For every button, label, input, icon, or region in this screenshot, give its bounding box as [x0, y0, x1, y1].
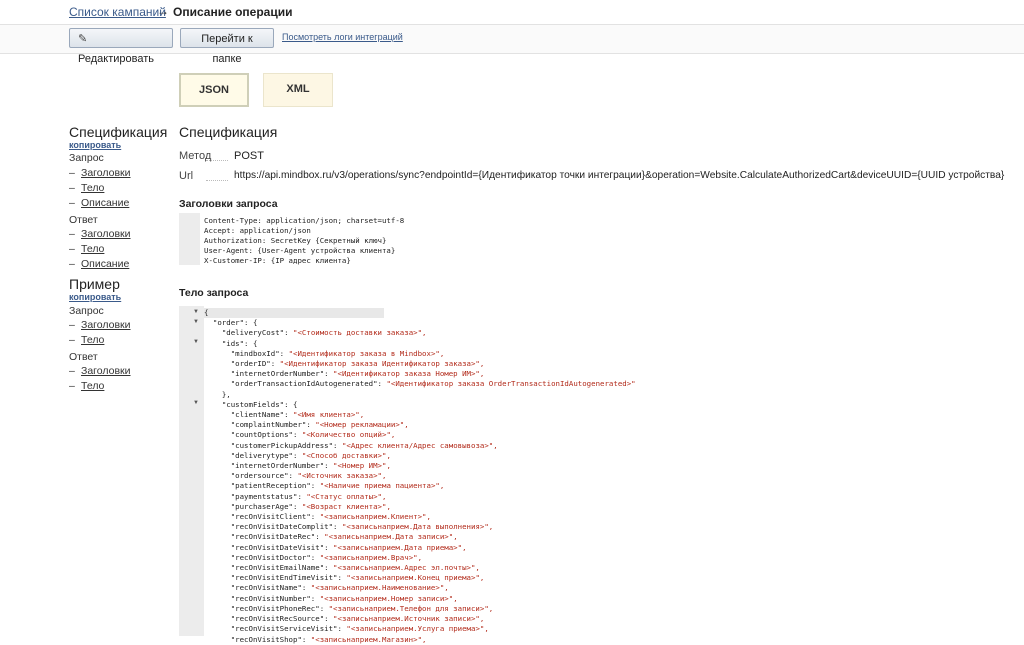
request-body-lines: { "order": { "deliveryCost": "<Стоимость…: [204, 308, 636, 645]
code-line: "mindboxId": "<Идентификатор заказа в Mi…: [230, 348, 445, 358]
code-line: "recOnVisitShop": "<записьнаприем.Магази…: [230, 634, 427, 644]
code-line: "recOnVisitNumber": "<записьнаприем.Номе…: [230, 593, 458, 603]
nav-example-response-label: Ответ: [69, 351, 98, 363]
code-line: "complaintNumber": "<Номер рекламации>",: [230, 420, 409, 430]
code-line: "ordersource": "<Источник заказа>",: [230, 471, 387, 481]
nav-example-response-body[interactable]: – Тело: [69, 380, 104, 392]
code-line: },: [221, 389, 231, 399]
request-headers-code[interactable]: Content-Type: application/json; charset=…: [179, 213, 404, 265]
nav-example-copy-link[interactable]: копировать: [69, 292, 121, 302]
code-line: "recOnVisitRecSource": "<записьнаприем.И…: [230, 614, 485, 624]
code-line: {: [204, 308, 384, 319]
nav-spec-response-description[interactable]: – Описание: [69, 258, 129, 270]
nav-spec-request-label: Запрос: [69, 152, 104, 164]
code-line: "order": {: [212, 318, 258, 328]
code-line: "countOptions": "<Количество опций>",: [230, 430, 396, 440]
nav-spec-response-body[interactable]: – Тело: [69, 243, 104, 255]
nav-spec-request-headers[interactable]: – Заголовки: [69, 167, 131, 179]
header-line: Content-Type: application/json; charset=…: [204, 216, 405, 225]
request-body-title: Тело запроса: [179, 287, 249, 299]
code-line: "clientName": "<Имя клиента>",: [230, 410, 365, 420]
nav-example-heading[interactable]: Пример: [69, 276, 120, 292]
code-line: "purchaserAge": "<Возраст клиента>",: [230, 501, 391, 511]
url-dots: [206, 180, 228, 181]
code-line: "recOnVisitDateRec": "<записьнаприем.Дат…: [230, 532, 458, 542]
method-value: POST: [234, 150, 264, 162]
request-headers-lines: Content-Type: application/json; charset=…: [204, 216, 404, 266]
nav-example-response-headers[interactable]: – Заголовки: [69, 365, 131, 377]
code-line: "internetOrderNumber": "<Номер ИМ>",: [230, 461, 391, 471]
code-line: "recOnVisitClient": "<записьнаприем.Клие…: [230, 512, 431, 522]
url-label: Url: [179, 170, 194, 182]
header-line: User-Agent: {User-Agent устройства клиен…: [204, 246, 396, 255]
code-line: "customerPickupAddress": "<Адрес клиента…: [230, 440, 498, 450]
code-line: "recOnVisitName": "<записьнаприем.Наимен…: [230, 583, 449, 593]
code-line: "recOnVisitDateComplit": "<записьнаприем…: [230, 522, 494, 532]
nav-spec-request-body[interactable]: – Тело: [69, 182, 104, 194]
header-line: Accept: application/json: [204, 226, 311, 235]
fold-toggle-icon[interactable]: ▼: [193, 319, 199, 325]
method-dots: [206, 160, 228, 161]
fold-toggle-icon[interactable]: ▼: [193, 400, 199, 406]
go-to-folder-button[interactable]: Перейти к папке: [180, 28, 274, 65]
breadcrumb: Список кампаний → Описание операции: [0, 0, 1024, 24]
code-line: "paymentstatus": "<Статус оплаты>",: [230, 491, 387, 501]
header-line: Authorization: SecretKey {Секретный ключ…: [204, 236, 387, 245]
code-line: "patientReception": "<Наличие приема пац…: [230, 481, 445, 491]
nav-spec-request-description[interactable]: – Описание: [69, 197, 129, 209]
nav-example-request-label: Запрос: [69, 305, 104, 317]
fold-toggle-icon[interactable]: ▼: [193, 339, 199, 345]
code-line: "orderTransactionIdAutogenerated": "<Иде…: [230, 379, 636, 389]
code-line: "ids": {: [221, 338, 258, 348]
code-gutter: [179, 306, 204, 636]
request-body-code[interactable]: ▼ ▼ ▼ ▼ { "order": { "deliveryCost": "<С…: [179, 306, 719, 644]
pencil-icon: ✎: [78, 33, 88, 45]
page-title: Описание операции: [173, 5, 293, 19]
breadcrumb-campaigns-link[interactable]: Список кампаний: [69, 5, 166, 19]
nav-spec-response-label: Ответ: [69, 214, 98, 226]
nav-spec-copy-link[interactable]: копировать: [69, 140, 121, 150]
code-line: "deliveryCost": "<Стоимость доставки зак…: [221, 328, 427, 338]
tab-json[interactable]: JSON: [179, 73, 249, 107]
request-headers-title: Заголовки запроса: [179, 198, 278, 210]
code-line: "recOnVisitEmailName": "<записьнаприем.А…: [230, 563, 480, 573]
url-value: https://api.mindbox.ru/v3/operations/syn…: [234, 170, 1005, 181]
nav-spec-response-headers[interactable]: – Заголовки: [69, 228, 131, 240]
edit-button-label: Редактировать: [78, 53, 154, 65]
header-line: X-Customer-IP: {IP адрес клиента}: [204, 256, 351, 265]
nav-example-request-headers[interactable]: – Заголовки: [69, 319, 131, 331]
nav-example-request-body[interactable]: – Тело: [69, 334, 104, 346]
edit-button[interactable]: ✎ Редактировать: [69, 28, 173, 65]
spec-title: Спецификация: [179, 124, 278, 140]
tab-xml[interactable]: XML: [263, 73, 333, 107]
toolbar: ✎ Редактировать Перейти к папке Посмотрет…: [0, 24, 1024, 65]
nav-spec-heading[interactable]: Спецификация: [69, 124, 167, 140]
breadcrumb-arrow: →: [157, 4, 169, 18]
code-line: "orderID": "<Идентификатор заказа Иденти…: [230, 359, 485, 369]
integration-logs-link[interactable]: Посмотреть логи интеграций: [282, 32, 403, 42]
code-line: "recOnVisitPhoneRec": "<записьнаприем.Те…: [230, 603, 494, 613]
code-line: "recOnVisitDoctor": "<записьнаприем.Врач…: [230, 552, 423, 562]
code-line: "recOnVisitDateVisit": "<записьнаприем.Д…: [230, 542, 467, 552]
code-line: "recOnVisitEndTimeVisit": "<записьнаприе…: [230, 573, 485, 583]
code-line: "internetOrderNumber": "<Идентификатор з…: [230, 369, 485, 379]
code-gutter: [179, 213, 200, 265]
fold-toggle-icon[interactable]: ▼: [193, 309, 199, 315]
code-line: "customFields": {: [221, 399, 298, 409]
code-line: "deliverytype": "<Способ доставки>",: [230, 450, 391, 460]
